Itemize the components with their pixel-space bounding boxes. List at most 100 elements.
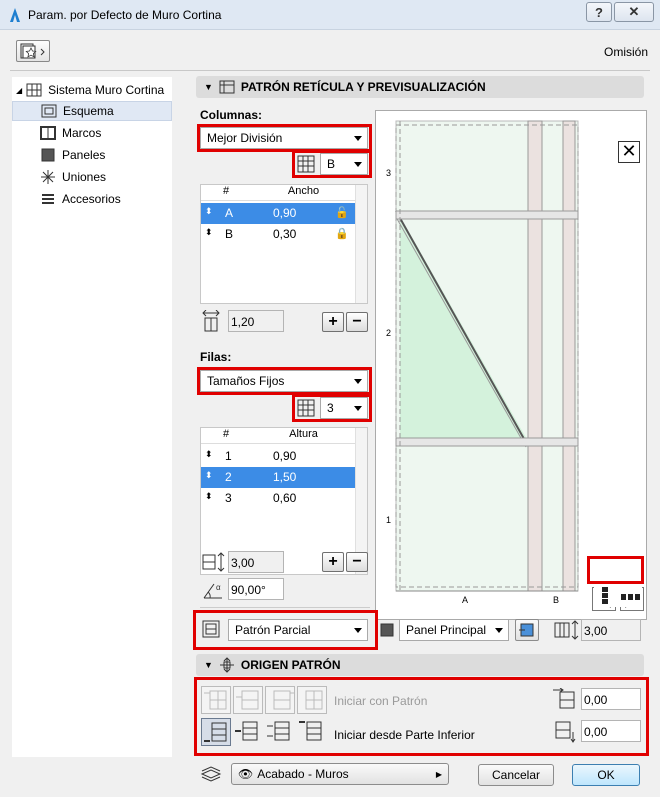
remove-row-button[interactable]: − [346,552,368,572]
settings-tree: ◢ Sistema Muro Cortina Esquema Marcos Pa… [12,77,172,757]
tree-root[interactable]: ◢ Sistema Muro Cortina [16,80,164,100]
horizontal-pattern-button[interactable] [620,585,642,607]
dialog-body: Omisión ◢ Sistema Muro Cortina Esquema M… [0,30,660,797]
tree-item-marcos[interactable]: Marcos [12,123,101,143]
origin-section-header[interactable]: ▼ ORIGEN PATRÓN [196,654,644,676]
offset-vertical-icon [555,721,576,743]
columns-table-header-width: Ancho [251,185,356,201]
row-id: 2 [225,470,232,484]
row-grid-icon [297,399,315,417]
origin-option-5[interactable] [201,718,231,746]
row-value[interactable]: 0,30 [273,227,296,241]
cancel-button[interactable]: Cancelar [478,764,554,786]
rows-count-dropdown[interactable]: 3 [320,397,368,419]
accessories-icon [42,194,54,204]
add-row-button[interactable]: + [322,552,344,572]
drag-handle-icon[interactable]: ⬍ [205,227,213,238]
grid-section-title: PATRÓN RETÍCULA Y PREVISUALIZACIÓN [240,80,486,94]
panel-type-dropdown[interactable]: Panel Principal [399,619,509,641]
origin-icon [219,657,234,673]
origin-option-7[interactable] [265,718,295,746]
panel-type-value: Panel Principal [406,623,487,637]
panel-color-icon [380,623,394,637]
rows-count-value: 3 [327,401,334,415]
table-scrollbar[interactable] [355,185,367,303]
angle-field[interactable]: 90,00° [228,578,284,600]
start-bottom-label: Iniciar desde Parte Inferior [334,728,475,742]
table-row[interactable]: ⬍ 2 1,50 [201,467,355,488]
tree-item-paneles[interactable]: Paneles [12,145,105,165]
rows-mode-value: Tamaños Fijos [207,374,285,388]
offset-horizontal-icon [553,688,575,709]
origin-option-6[interactable] [233,718,263,746]
preview-col-label: B [553,595,559,605]
tree-item-uniones[interactable]: Uniones [12,167,106,187]
offset-value-1[interactable]: 0,00 [581,688,641,710]
chevron-down-icon [354,628,362,633]
chevron-down-icon [495,628,503,633]
pattern-preview[interactable]: 3 2 1 A B ✕ [375,110,647,620]
panel-size-icon [554,620,579,640]
pattern-mode-icon [202,620,220,638]
ok-button[interactable]: OK [572,764,640,786]
drag-handle-icon[interactable]: ⬍ [205,206,213,217]
tree-item-esquema[interactable]: Esquema [12,101,172,121]
remove-column-button[interactable]: − [346,312,368,332]
table-row[interactable]: ⬍ B 0,30 🔒 [201,224,355,245]
origin-section-title: ORIGEN PATRÓN [240,658,341,672]
total-width-icon [202,310,220,332]
assign-panel-button[interactable] [515,619,539,641]
favorites-icon [20,43,45,59]
grid-section-header[interactable]: ▼ PATRÓN RETÍCULA Y PREVISUALIZACIÓN [196,76,644,98]
favorites-button[interactable] [16,40,50,62]
origin-grid-icon [305,690,323,710]
rows-mode-dropdown[interactable]: Tamaños Fijos [200,370,368,392]
preview-col-label: A [462,595,468,605]
collapse-triangle-icon[interactable]: ▼ [204,660,213,670]
columns-table-header-index: # [201,185,251,201]
origin-middle-icon [267,721,290,741]
lock-open-icon[interactable]: 🔓 [335,206,349,219]
title-bar: Param. por Defecto de Muro Cortina ? ✕ [0,0,660,30]
columns-label: Columnas: [200,108,263,122]
drag-handle-icon[interactable]: ⬍ [205,470,213,481]
surface-value: Acabado - Muros [257,767,349,781]
total-height-icon [202,552,225,572]
row-value[interactable]: 0,90 [273,449,296,463]
lock-icon[interactable]: 🔒 [335,227,349,240]
pattern-mode-dropdown[interactable]: Patrón Parcial [228,619,368,641]
add-column-button[interactable]: + [322,312,344,332]
panel-value-field: 3,00 [581,619,641,641]
row-id: B [225,227,234,241]
origin-option-1 [201,686,231,714]
close-button[interactable]: ✕ [614,2,654,22]
offset-value-2[interactable]: 0,00 [581,720,641,742]
vertical-pattern-button[interactable] [594,585,616,607]
tree-item-accesorios[interactable]: Accesorios [12,189,121,209]
row-value[interactable]: 1,50 [273,470,296,484]
curtain-wall-icon [26,83,42,97]
origin-option-8[interactable] [297,718,327,746]
surface-dropdown[interactable]: 👁 Acabado - Muros ▶ [231,763,449,785]
drag-handle-icon[interactable]: ⬍ [205,449,213,460]
columns-mode-dropdown[interactable]: Mejor División [200,127,368,149]
row-value[interactable]: 0,90 [273,206,296,220]
origin-bottom-left-icon [204,722,227,742]
row-id: 1 [225,449,232,463]
collapse-triangle-icon[interactable]: ◢ [16,86,22,95]
help-button[interactable]: ? [586,2,612,22]
columns-letter-dropdown[interactable]: B [320,153,368,175]
angle-icon: α [203,583,222,599]
tree-root-label: Sistema Muro Cortina [48,83,165,97]
row-value[interactable]: 0,60 [273,491,296,505]
close-preview-icon[interactable]: ✕ [618,141,640,163]
origin-option-2 [233,686,263,714]
table-row[interactable]: ⬍ 3 0,60 [201,488,355,509]
preview-row-label: 2 [386,328,391,338]
drag-handle-icon[interactable]: ⬍ [205,491,213,502]
vertical-pattern-icon [602,587,608,604]
collapse-triangle-icon[interactable]: ▼ [204,82,213,92]
table-row[interactable]: ⬍ 1 0,90 [201,446,355,467]
junctions-icon [41,170,55,184]
table-row[interactable]: ⬍ A 0,90 🔓 [201,203,355,224]
